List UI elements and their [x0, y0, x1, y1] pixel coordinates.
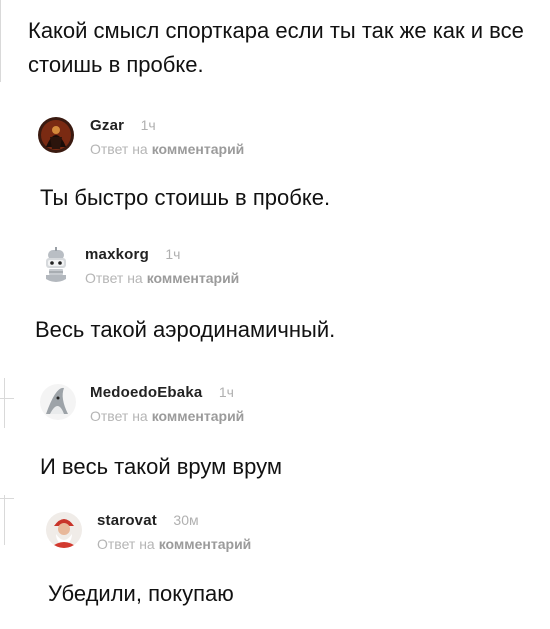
thread-line [4, 495, 5, 545]
timestamp: 1ч [165, 246, 181, 262]
reply-prefix: Ответ на [85, 270, 143, 286]
avatar[interactable] [46, 512, 82, 548]
username[interactable]: starovat [97, 512, 157, 529]
comment-text: И весь такой врум врум [40, 454, 282, 479]
thread-connector [0, 498, 14, 499]
reply-comment-link[interactable]: комментарий [152, 141, 245, 157]
timestamp: 30м [173, 512, 199, 528]
comment-text: Весь такой аэродинамичный. [35, 317, 336, 342]
username[interactable]: maxkorg [85, 246, 149, 263]
username[interactable]: MedoedoEbaka [90, 384, 202, 401]
post-text: Какой смысл спорткара если ты так же как… [28, 18, 524, 77]
comment-text: Ты быстро стоишь в пробке. [40, 185, 331, 210]
avatar[interactable] [38, 117, 74, 153]
reply-prefix: Ответ на [90, 141, 148, 157]
reply-comment-link[interactable]: комментарий [147, 270, 240, 286]
reply-comment-link[interactable]: комментарий [152, 408, 245, 424]
reply-prefix: Ответ на [97, 536, 155, 552]
reply-comment-link[interactable]: комментарий [159, 536, 252, 552]
avatar[interactable] [40, 384, 76, 420]
avatar-robot-icon [38, 246, 74, 282]
username[interactable]: Gzar [90, 117, 124, 134]
avatar-santa-icon [46, 512, 82, 548]
thread-line [0, 0, 1, 82]
avatar-warrior-icon [38, 117, 74, 153]
avatar[interactable] [38, 246, 74, 282]
reply-prefix: Ответ на [90, 408, 148, 424]
timestamp: 1ч [218, 384, 234, 400]
comment-text: Убедили, покупаю [48, 581, 234, 606]
thread-line [4, 378, 5, 428]
avatar-shark-icon [40, 384, 76, 420]
thread-connector [0, 398, 14, 399]
timestamp: 1ч [140, 117, 156, 133]
